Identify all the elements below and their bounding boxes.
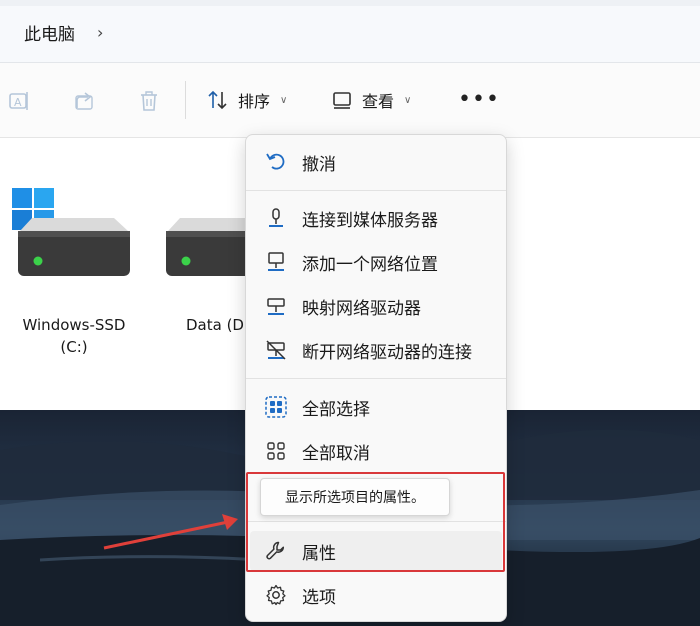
toolbar-separator (185, 81, 186, 119)
menu-separator (246, 190, 506, 191)
menu-item-label: 连接到媒体服务器 (302, 210, 438, 231)
menu-item-label: 映射网络驱动器 (302, 298, 421, 319)
sort-label: 排序 (238, 92, 271, 111)
breadcrumb-chevron-icon[interactable]: › (97, 23, 103, 42)
drive-c-letter: (C:) (60, 338, 88, 356)
chevron-down-icon: ∨ (280, 94, 288, 106)
drive-c[interactable] (10, 186, 135, 286)
svg-text:A: A (14, 96, 22, 109)
menu-item-options[interactable]: 选项 (250, 575, 502, 615)
drive-d[interactable] (158, 186, 248, 286)
highlight-annotation-box (246, 472, 505, 572)
map-drive-icon (267, 298, 285, 315)
gear-icon (266, 584, 286, 606)
sort-button[interactable]: 排序 ∨ (206, 85, 287, 115)
hard-drive-icon (12, 188, 130, 276)
chevron-down-icon: ∨ (404, 94, 412, 106)
disconnect-drive-icon (266, 340, 286, 360)
menu-item-add-network-location[interactable]: 添加一个网络位置 (250, 242, 502, 282)
more-options-button[interactable]: ••• (458, 89, 500, 111)
menu-item-label: 添加一个网络位置 (302, 254, 438, 275)
view-label: 查看 (362, 92, 395, 111)
menu-item-select-none[interactable]: 全部取消 (250, 431, 502, 471)
view-button[interactable]: 查看 ∨ (330, 85, 411, 115)
title-strip (0, 0, 700, 6)
network-location-icon (268, 252, 284, 271)
menu-item-disconnect-network-drive[interactable]: 断开网络驱动器的连接 (250, 330, 502, 370)
drive-c-label: Windows-SSD (C:) (10, 314, 138, 358)
rename-icon[interactable]: A (6, 88, 32, 114)
menu-item-label: 断开网络驱动器的连接 (302, 342, 472, 363)
media-server-icon (269, 208, 283, 227)
menu-item-map-network-drive[interactable]: 映射网络驱动器 (250, 286, 502, 326)
menu-item-undo[interactable]: 撤消 (250, 142, 502, 182)
annotation-arrow-icon (103, 514, 238, 550)
address-bar: 此电脑 › (0, 0, 700, 63)
menu-item-connect-media-server[interactable]: 连接到媒体服务器 (250, 198, 502, 238)
menu-item-label: 全部选择 (302, 399, 370, 420)
menu-item-label: 全部取消 (302, 443, 370, 464)
drive-c-name: Windows-SSD (22, 316, 126, 334)
sort-icon (208, 90, 227, 110)
share-icon[interactable] (72, 88, 98, 114)
command-bar: A 排序 ∨ 查看 ∨ ••• (0, 63, 700, 138)
select-none-icon (267, 442, 285, 460)
breadcrumb-this-pc[interactable]: 此电脑 (24, 20, 75, 45)
menu-item-select-all[interactable]: 全部选择 (250, 387, 502, 427)
view-icon (333, 92, 351, 109)
undo-icon (266, 153, 285, 170)
hard-drive-icon (166, 218, 248, 276)
delete-icon[interactable] (136, 88, 162, 114)
select-all-icon (265, 396, 287, 418)
menu-item-label: 选项 (302, 587, 336, 608)
menu-item-label: 撤消 (302, 154, 336, 175)
menu-separator (246, 378, 506, 379)
breadcrumb: 此电脑 › (24, 20, 103, 45)
